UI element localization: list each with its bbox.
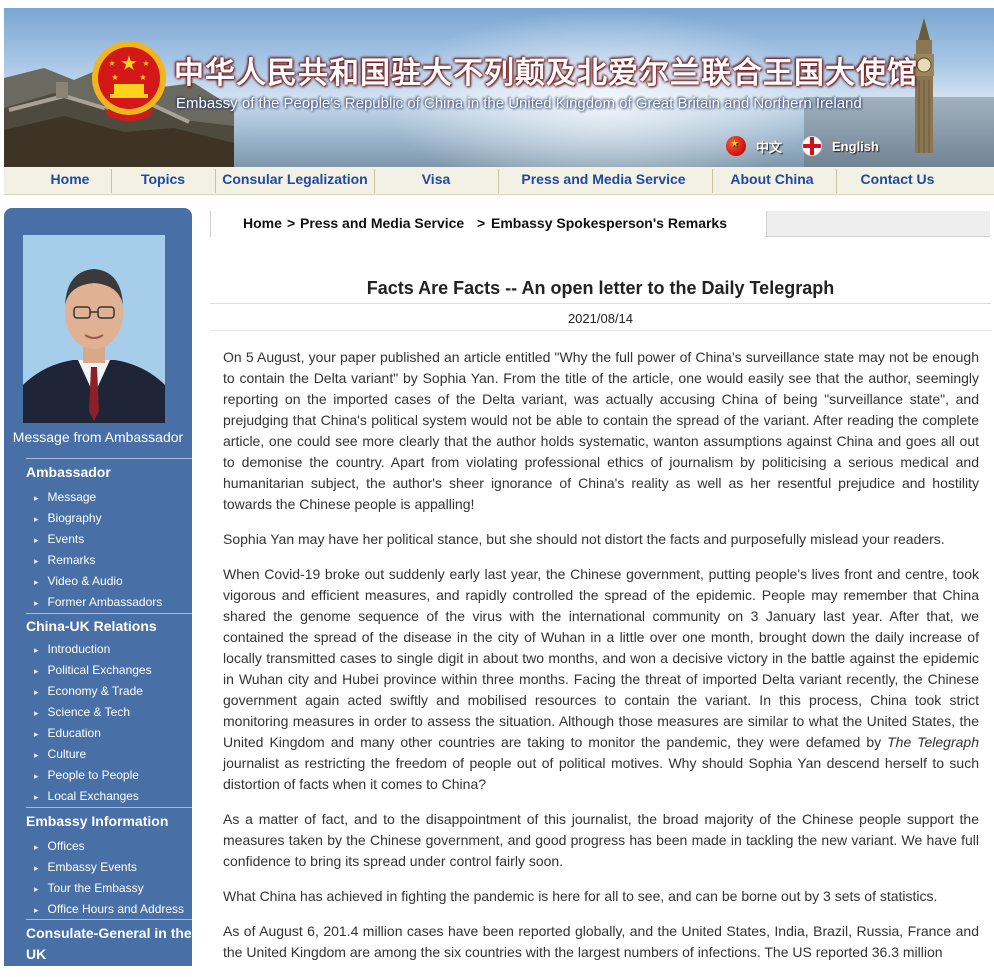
article-paragraph: Sophia Yan may have her political stance… (223, 531, 945, 547)
embassy-title-english: Embassy of the People's Republic of Chin… (176, 95, 862, 112)
breadcrumb-home-link[interactable]: Home (243, 215, 282, 231)
sidebar-item-economy-trade[interactable]: Economy & Trade (34, 684, 143, 698)
embassy-title-chinese: 中华人民共和国驻大不列颠及北爱尔兰联合王国大使馆 (174, 56, 918, 91)
language-switcher: 中文 English (726, 136, 879, 156)
sidebar-item-embassy-events[interactable]: Embassy Events (34, 860, 137, 874)
sidebar: Message from Ambassador Ambassador Messa… (4, 208, 192, 966)
breadcrumb-underline (765, 236, 990, 237)
nav-divider (836, 169, 837, 193)
message-from-ambassador-link[interactable]: Message from Ambassador (4, 429, 192, 445)
header-banner: ★ ★ ★ ★ ★ 中华人民共和国驻大不列颠及北爱尔兰联合王国大使馆 Embas… (4, 8, 994, 167)
nav-visa[interactable]: Visa (376, 167, 496, 194)
breadcrumb: Home > Press and Media Service > Embassy… (210, 211, 767, 237)
lang-english-link[interactable]: English (802, 136, 879, 156)
article-date: 2021/08/14 (567, 311, 634, 326)
sidebar-section-embassy-information[interactable]: Embassy Information (26, 813, 192, 829)
article-text: journalist as restricting the freedom of… (223, 755, 979, 792)
sidebar-item-people-to-people[interactable]: People to People (34, 768, 139, 782)
breadcrumb-shade (765, 211, 990, 236)
nav-divider (374, 169, 375, 193)
nav-press-media[interactable]: Press and Media Service (501, 167, 706, 194)
sidebar-item-culture[interactable]: Culture (34, 747, 87, 761)
breadcrumb-separator: > (477, 215, 486, 231)
article-paragraph: As of August 6, 201.4 million cases have… (223, 923, 979, 960)
article-paragraph: When Covid-19 broke out suddenly early l… (223, 564, 979, 795)
article-body: On 5 August, your paper published an art… (223, 347, 979, 977)
sidebar-item-office-hours-address[interactable]: Office Hours and Address (34, 902, 185, 916)
nav-divider (498, 169, 499, 193)
ambassador-portrait-image (23, 235, 165, 423)
svg-text:★: ★ (111, 73, 118, 82)
sidebar-divider (26, 458, 192, 459)
sidebar-item-events[interactable]: Events (34, 532, 85, 546)
sidebar-item-former-ambassadors[interactable]: Former Ambassadors (34, 595, 163, 609)
breadcrumb-press-media-link[interactable]: Press and Media Service (300, 215, 464, 231)
sidebar-item-video-audio[interactable]: Video & Audio (34, 574, 123, 588)
date-divider (210, 330, 991, 331)
article-text: When Covid-19 broke out suddenly early l… (223, 566, 979, 750)
national-emblem-icon: ★ ★ ★ ★ ★ (92, 41, 166, 121)
sidebar-item-biography[interactable]: Biography (34, 511, 102, 525)
nav-home[interactable]: Home (34, 167, 106, 194)
nav-divider (111, 169, 112, 193)
sidebar-section-ambassador[interactable]: Ambassador (26, 464, 192, 480)
sidebar-item-tour-the-embassy[interactable]: Tour the Embassy (34, 881, 144, 895)
sidebar-divider (26, 807, 192, 808)
ambassador-photo[interactable] (23, 235, 165, 423)
nav-divider (712, 169, 713, 193)
nav-contact-us[interactable]: Contact Us (839, 167, 956, 194)
sidebar-item-science-tech[interactable]: Science & Tech (34, 705, 131, 719)
nav-consular-legalization[interactable]: Consular Legalization (216, 167, 374, 194)
sidebar-section-consulate-general[interactable]: Consulate-General in the UK (26, 923, 192, 965)
uk-flag-icon (802, 136, 823, 156)
sidebar-item-introduction[interactable]: Introduction (34, 642, 111, 656)
svg-text:★: ★ (120, 53, 138, 75)
sidebar-divider (26, 919, 192, 920)
lang-chinese-link[interactable]: 中文 (726, 136, 782, 156)
breadcrumb-separator: > (287, 215, 296, 231)
sidebar-item-remarks[interactable]: Remarks (34, 553, 96, 567)
title-divider (210, 303, 991, 304)
sidebar-item-offices[interactable]: Offices (34, 839, 85, 853)
publication-name: The Telegraph (887, 734, 979, 750)
article-paragraph: On 5 August, your paper published an art… (223, 349, 979, 512)
article-paragraph: What China has achieved in fighting the … (223, 888, 938, 904)
nav-topics[interactable]: Topics (114, 167, 212, 194)
sidebar-item-local-exchanges[interactable]: Local Exchanges (34, 789, 139, 803)
sidebar-divider (26, 613, 192, 614)
nav-about-china[interactable]: About China (715, 167, 829, 194)
article-paragraph: As a matter of fact, and to the disappoi… (223, 811, 979, 869)
main-nav: Home Topics Consular Legalization Visa P… (4, 167, 994, 195)
article-title: Facts Are Facts -- An open letter to the… (366, 278, 835, 298)
svg-text:★: ★ (139, 73, 146, 82)
breadcrumb-current-page: Embassy Spokesperson's Remarks (491, 215, 728, 231)
sidebar-item-message[interactable]: Message (34, 490, 97, 504)
lang-english-label: English (832, 138, 879, 154)
sidebar-item-political-exchanges[interactable]: Political Exchanges (34, 663, 152, 677)
svg-text:★: ★ (108, 59, 115, 68)
sidebar-item-education[interactable]: Education (34, 726, 101, 740)
china-flag-icon (726, 136, 746, 156)
svg-text:★: ★ (142, 59, 149, 68)
sidebar-section-china-uk-relations[interactable]: China-UK Relations (26, 618, 192, 634)
lang-chinese-label: 中文 (756, 139, 783, 155)
